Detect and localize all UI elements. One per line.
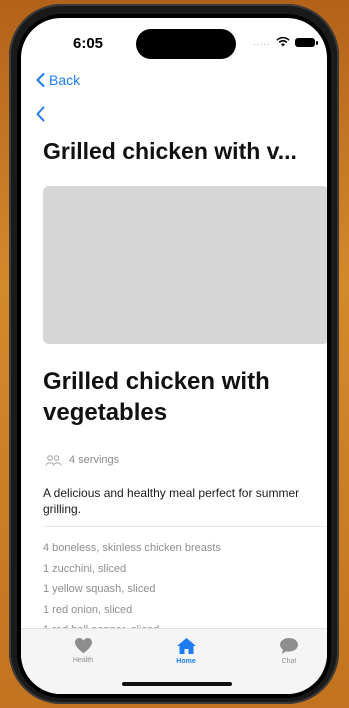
ingredient-item: 1 yellow squash, sliced bbox=[43, 583, 156, 595]
secondary-back-button[interactable] bbox=[36, 106, 45, 127]
battery-icon bbox=[294, 37, 318, 47]
tab-home[interactable]: Home bbox=[151, 637, 221, 665]
recipe-description: A delicious and healthy meal perfect for… bbox=[43, 486, 300, 516]
tab-label: Home bbox=[176, 658, 196, 665]
tab-chat[interactable]: Chat bbox=[254, 637, 324, 665]
back-button[interactable]: Back bbox=[36, 72, 80, 88]
tab-label: Chat bbox=[281, 658, 297, 665]
heart-icon bbox=[74, 638, 92, 653]
tab-health[interactable]: Health bbox=[48, 637, 118, 664]
tab-label: Health bbox=[72, 657, 94, 664]
house-icon bbox=[176, 638, 196, 654]
status-icons: ..... bbox=[253, 37, 318, 47]
ingredient-item: 1 red onion, sliced bbox=[43, 603, 133, 616]
wifi-icon bbox=[275, 37, 290, 47]
chat-bubble-icon bbox=[280, 638, 298, 654]
back-label: Back bbox=[49, 72, 81, 88]
home-indicator bbox=[122, 682, 232, 686]
cellular-signal-icon: ..... bbox=[253, 37, 271, 47]
recipe-image-placeholder bbox=[43, 186, 327, 344]
servings-info: 4 servings bbox=[45, 454, 119, 466]
dynamic-island bbox=[136, 29, 236, 59]
page-title: Grilled chicken with v... bbox=[43, 138, 297, 164]
people-icon bbox=[45, 454, 62, 466]
status-time: 6:05 bbox=[73, 35, 104, 52]
status-bar: 6:05 ..... bbox=[21, 18, 327, 66]
ingredient-item: 1 zucchini, sliced bbox=[43, 562, 127, 575]
divider bbox=[43, 526, 327, 527]
chevron-left-icon bbox=[36, 73, 45, 87]
recipe-title: Grilled chicken with vegetables bbox=[43, 368, 270, 426]
ingredient-item: 4 boneless, skinless chicken breasts bbox=[43, 542, 221, 554]
app-screen: 6:05 ..... Back Grilled chicken with v..… bbox=[21, 18, 327, 694]
servings-label: 4 servings bbox=[69, 454, 120, 466]
chevron-left-icon bbox=[36, 106, 45, 122]
